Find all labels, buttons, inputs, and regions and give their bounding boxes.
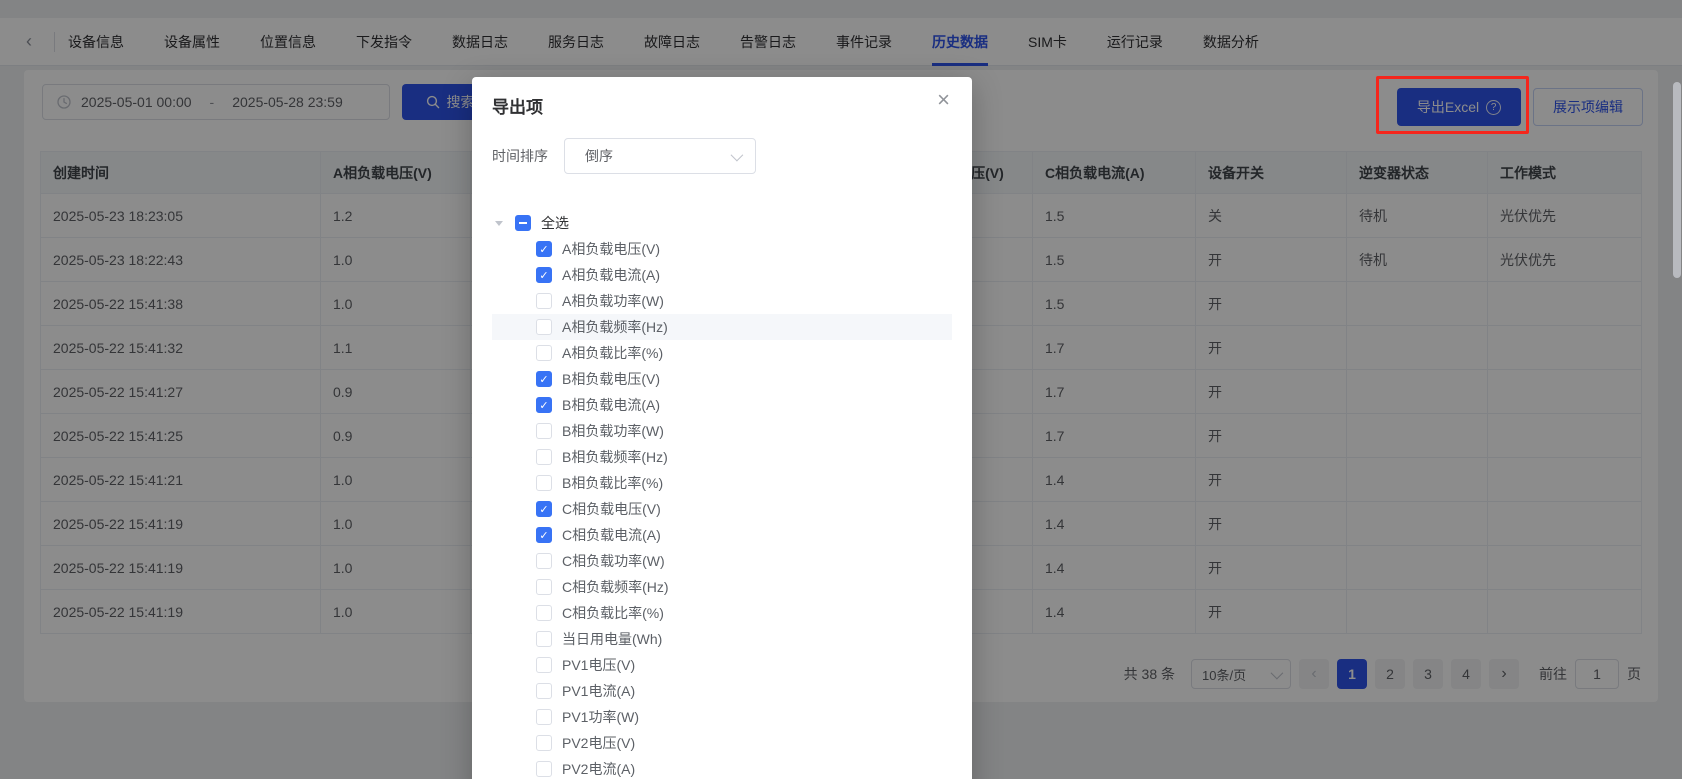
export-items-tree: 全选 ✓ A相负载电压(V) ✓ A相负载电流(A) A相负载功率(W) A相负载频率(H… [492,210,952,779]
close-icon[interactable]: × [937,89,950,111]
chevron-down-icon [730,148,744,161]
export-item-checkbox[interactable] [536,683,552,699]
export-item-label: PV1功率(W) [562,709,639,725]
export-item-checkbox[interactable] [536,475,552,491]
export-item-label: C相负载电压(V) [562,501,661,517]
export-item-checkbox[interactable]: ✓ [536,267,552,283]
select-all-checkbox[interactable] [515,215,531,231]
export-item-PV2电压(V)[interactable]: PV2电压(V) [492,730,952,756]
export-item-label: PV2电流(A) [562,761,636,777]
select-all-row[interactable]: 全选 [492,210,952,236]
export-item-label: B相负载频率(Hz) [562,449,668,465]
export-item-PV1电压(V)[interactable]: PV1电压(V) [492,652,952,678]
export-item-C相负载频率(Hz)[interactable]: C相负载频率(Hz) [492,574,952,600]
export-item-checkbox[interactable]: ✓ [536,501,552,517]
export-item-PV2电流(A)[interactable]: PV2电流(A) [492,756,952,779]
export-item-B相负载电压(V)[interactable]: ✓ B相负载电压(V) [492,366,952,392]
export-item-checkbox[interactable] [536,657,552,673]
export-item-label: B相负载电压(V) [562,371,660,387]
export-item-A相负载功率(W)[interactable]: A相负载功率(W) [492,288,952,314]
export-item-label: C相负载比率(%) [562,605,664,621]
export-item-label: A相负载电压(V) [562,241,660,257]
export-item-C相负载功率(W)[interactable]: C相负载功率(W) [492,548,952,574]
export-item-checkbox[interactable] [536,631,552,647]
export-item-checkbox[interactable]: ✓ [536,371,552,387]
export-item-label: A相负载比率(%) [562,345,664,361]
export-item-checkbox[interactable] [536,293,552,309]
export-item-B相负载电流(A)[interactable]: ✓ B相负载电流(A) [492,392,952,418]
export-item-checkbox[interactable] [536,735,552,751]
export-item-label: PV1电流(A) [562,683,636,699]
export-item-PV1功率(W)[interactable]: PV1功率(W) [492,704,952,730]
export-item-label: B相负载比率(%) [562,475,664,491]
export-item-A相负载电压(V)[interactable]: ✓ A相负载电压(V) [492,236,952,262]
export-item-label: B相负载功率(W) [562,423,664,439]
time-sort-row: 时间排序 倒序 [492,138,756,174]
export-item-当日用电量(Wh)[interactable]: 当日用电量(Wh) [492,626,952,652]
export-item-label: C相负载功率(W) [562,553,665,569]
export-item-label: PV1电压(V) [562,657,636,673]
export-item-checkbox[interactable] [536,579,552,595]
export-item-checkbox[interactable] [536,605,552,621]
export-item-label: C相负载电流(A) [562,527,661,543]
export-item-label: C相负载频率(Hz) [562,579,669,595]
export-item-label: PV2电压(V) [562,735,636,751]
export-item-B相负载频率(Hz)[interactable]: B相负载频率(Hz) [492,444,952,470]
export-item-checkbox[interactable] [536,449,552,465]
annotation-red-box [1376,76,1529,134]
export-item-checkbox[interactable]: ✓ [536,241,552,257]
caret-down-icon[interactable] [495,220,503,226]
export-item-B相负载功率(W)[interactable]: B相负载功率(W) [492,418,952,444]
export-item-C相负载电流(A)[interactable]: ✓ C相负载电流(A) [492,522,952,548]
modal-title: 导出项 [492,98,543,117]
export-item-checkbox[interactable] [536,761,552,777]
export-item-A相负载频率(Hz)[interactable]: A相负载频率(Hz) [492,314,952,340]
export-item-checkbox[interactable]: ✓ [536,397,552,413]
select-all-label: 全选 [541,215,569,231]
time-sort-value: 倒序 [585,148,613,164]
time-sort-select[interactable]: 倒序 [564,138,756,174]
export-item-A相负载电流(A)[interactable]: ✓ A相负载电流(A) [492,262,952,288]
time-sort-label: 时间排序 [492,148,548,164]
export-item-PV1电流(A)[interactable]: PV1电流(A) [492,678,952,704]
export-item-label: 当日用电量(Wh) [562,631,663,647]
export-item-C相负载电压(V)[interactable]: ✓ C相负载电压(V) [492,496,952,522]
export-item-B相负载比率(%)[interactable]: B相负载比率(%) [492,470,952,496]
export-item-checkbox[interactable] [536,709,552,725]
export-item-checkbox[interactable] [536,553,552,569]
export-item-A相负载比率(%)[interactable]: A相负载比率(%) [492,340,952,366]
export-item-checkbox[interactable]: ✓ [536,527,552,543]
export-item-checkbox[interactable] [536,319,552,335]
vertical-scrollbar-thumb[interactable] [1673,82,1681,278]
export-item-label: A相负载频率(Hz) [562,319,668,335]
export-items-list: ✓ A相负载电压(V) ✓ A相负载电流(A) A相负载功率(W) A相负载频率(Hz) A… [492,236,952,779]
export-items-modal: 导出项 × 时间排序 倒序 全选 ✓ A相负载电压(V) ✓ A相负载电流(A) A相负… [472,77,972,779]
export-item-checkbox[interactable] [536,423,552,439]
export-item-label: A相负载功率(W) [562,293,664,309]
export-item-C相负载比率(%)[interactable]: C相负载比率(%) [492,600,952,626]
export-item-label: B相负载电流(A) [562,397,660,413]
export-item-checkbox[interactable] [536,345,552,361]
export-item-label: A相负载电流(A) [562,267,660,283]
